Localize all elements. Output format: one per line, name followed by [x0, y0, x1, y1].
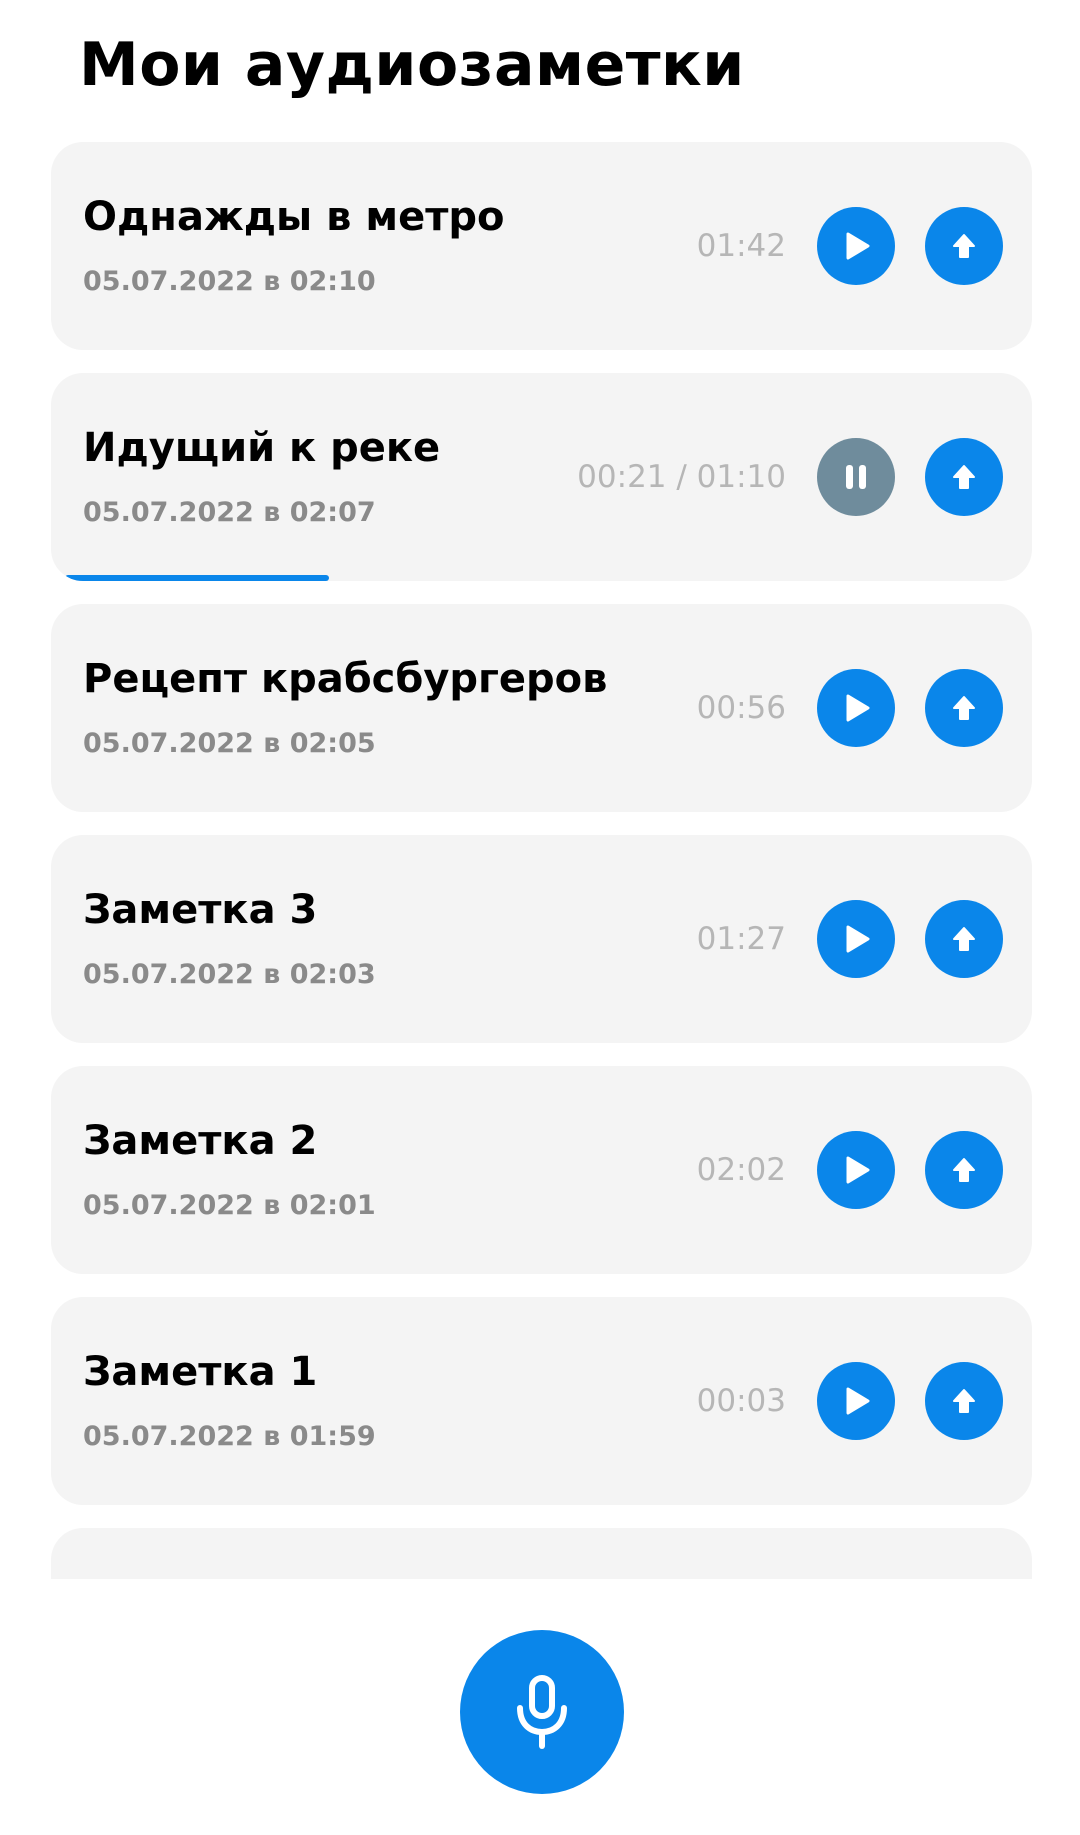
- upload-button[interactable]: [925, 669, 1003, 747]
- upload-arrow-icon: [953, 696, 975, 720]
- microphone-icon: [517, 1675, 567, 1749]
- play-button[interactable]: [817, 1131, 895, 1209]
- note-date: 05.07.2022 в 02:10: [83, 266, 376, 297]
- note-title: Заметка 2: [83, 1118, 318, 1164]
- upload-arrow-icon: [953, 234, 975, 258]
- note-card[interactable]: Заметка 1 05.07.2022 в 01:59 00:03: [51, 1297, 1032, 1505]
- note-date: 05.07.2022 в 01:59: [83, 1421, 376, 1452]
- note-date: 05.07.2022 в 02:05: [83, 728, 376, 759]
- pause-icon: [846, 465, 866, 489]
- playback-progress-bar: [65, 575, 329, 581]
- play-button[interactable]: [817, 207, 895, 285]
- note-card[interactable]: Однажды в метро 05.07.2022 в 02:10 01:42: [51, 142, 1032, 350]
- upload-button[interactable]: [925, 900, 1003, 978]
- upload-arrow-icon: [953, 927, 975, 951]
- note-card[interactable]: Рецепт крабсбургеров 05.07.2022 в 02:05 …: [51, 604, 1032, 812]
- note-duration: 02:02: [696, 1152, 786, 1188]
- note-playback-time: 00:21 / 01:10: [577, 459, 786, 495]
- pause-button[interactable]: [817, 438, 895, 516]
- note-date: 05.07.2022 в 02:01: [83, 1190, 376, 1221]
- record-button[interactable]: [460, 1630, 624, 1794]
- notes-list[interactable]: Однажды в метро 05.07.2022 в 02:10 01:42…: [0, 142, 1080, 1579]
- upload-button[interactable]: [925, 1362, 1003, 1440]
- note-duration: 00:56: [696, 690, 786, 726]
- play-icon: [846, 925, 870, 953]
- note-title: Заметка 3: [83, 887, 318, 933]
- upload-button[interactable]: [925, 207, 1003, 285]
- note-title: Заметка 1: [83, 1349, 318, 1395]
- audio-notes-screen: Мои аудиозаметки Однажды в метро 05.07.2…: [0, 0, 1080, 1835]
- upload-button[interactable]: [925, 1131, 1003, 1209]
- upload-button[interactable]: [925, 438, 1003, 516]
- note-duration: 00:03: [696, 1383, 786, 1419]
- play-button[interactable]: [817, 900, 895, 978]
- note-date: 05.07.2022 в 02:03: [83, 959, 376, 990]
- upload-arrow-icon: [953, 465, 975, 489]
- note-card[interactable]: Заметка 2 05.07.2022 в 02:01 02:02: [51, 1066, 1032, 1274]
- upload-arrow-icon: [953, 1389, 975, 1413]
- play-icon: [846, 694, 870, 722]
- play-icon: [846, 1387, 870, 1415]
- note-card-partial[interactable]: [51, 1528, 1032, 1579]
- note-title: Рецепт крабсбургеров: [83, 656, 608, 702]
- note-card-playing[interactable]: Идущий к реке 05.07.2022 в 02:07 00:21 /…: [51, 373, 1032, 581]
- note-date: 05.07.2022 в 02:07: [83, 497, 376, 528]
- play-icon: [846, 232, 870, 260]
- note-duration: 01:42: [696, 228, 786, 264]
- note-title: Идущий к реке: [83, 425, 441, 471]
- note-title: Однажды в метро: [83, 194, 505, 240]
- play-icon: [846, 1156, 870, 1184]
- note-duration: 01:27: [696, 921, 786, 957]
- note-card[interactable]: Заметка 3 05.07.2022 в 02:03 01:27: [51, 835, 1032, 1043]
- upload-arrow-icon: [953, 1158, 975, 1182]
- play-button[interactable]: [817, 1362, 895, 1440]
- page-title: Мои аудиозаметки: [79, 30, 745, 100]
- play-button[interactable]: [817, 669, 895, 747]
